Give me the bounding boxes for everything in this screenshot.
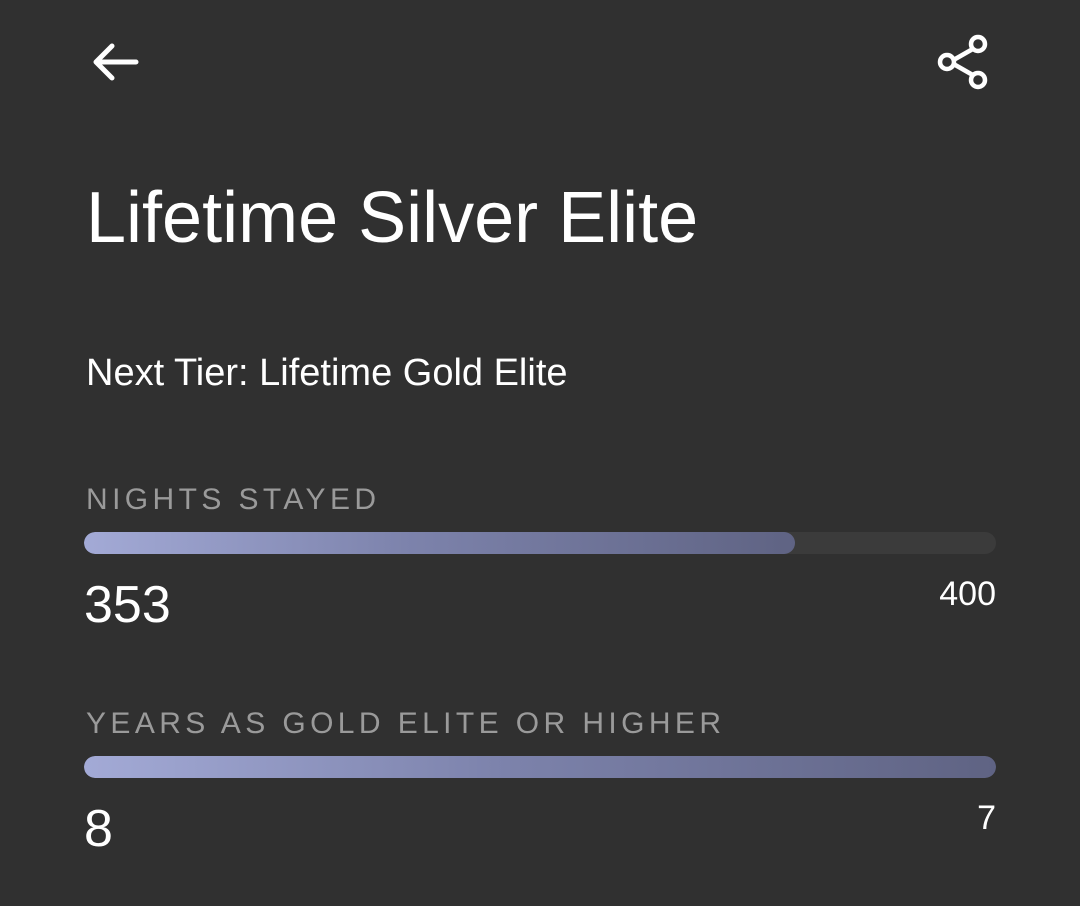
nights-stayed-target: 400: [939, 575, 996, 613]
arrow-left-icon: [93, 43, 139, 81]
back-button[interactable]: [86, 38, 146, 90]
nights-stayed-progress-fill: [84, 532, 796, 554]
nights-stayed-current: 353: [84, 576, 171, 634]
years-gold-elite-label: YEARS AS GOLD ELITE OR HIGHER: [86, 707, 726, 740]
next-tier-text: Next Tier: Lifetime Gold Elite: [86, 352, 568, 394]
years-gold-elite-target: 7: [977, 799, 996, 837]
nights-stayed-progress-track: [84, 532, 996, 554]
nights-stayed-label: NIGHTS STAYED: [86, 483, 381, 516]
share-icon: [937, 34, 988, 90]
years-gold-elite-progress-fill: [84, 756, 996, 778]
share-button[interactable]: [932, 32, 996, 96]
page-title: Lifetime Silver Elite: [86, 178, 699, 258]
years-gold-elite-current: 8: [84, 800, 113, 858]
years-gold-elite-progress-track: [84, 756, 996, 778]
